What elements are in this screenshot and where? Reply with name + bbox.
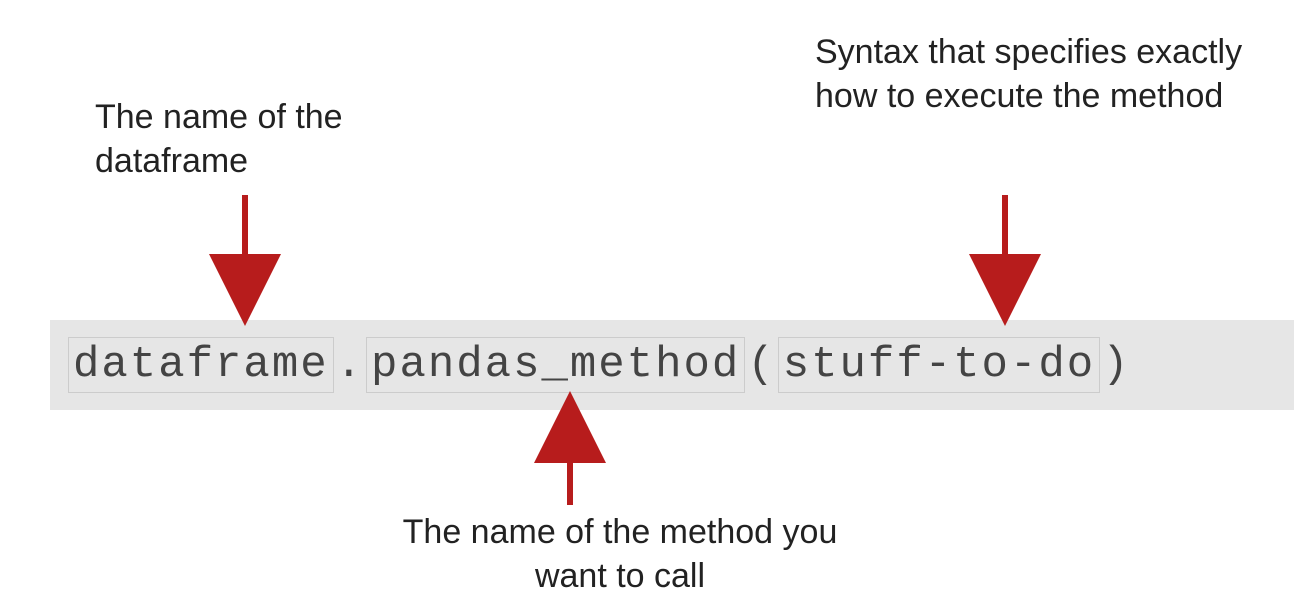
arrow-down-left-icon bbox=[230, 195, 260, 305]
code-dot: . bbox=[334, 340, 366, 390]
label-syntax-spec: Syntax that specifies exactly how to exe… bbox=[815, 30, 1245, 118]
diagram-container: The name of the dataframe Syntax that sp… bbox=[0, 0, 1314, 614]
label-method-name: The name of the method you want to call bbox=[380, 510, 860, 598]
code-paren-close: ) bbox=[1100, 340, 1132, 390]
arrow-down-right-icon bbox=[990, 195, 1020, 305]
code-paren-open: ( bbox=[745, 340, 777, 390]
code-dataframe: dataframe bbox=[68, 337, 334, 393]
code-method: pandas_method bbox=[366, 337, 745, 393]
arrow-up-icon bbox=[555, 415, 585, 505]
code-bar: dataframe . pandas_method ( stuff-to-do … bbox=[50, 320, 1294, 410]
label-dataframe-name: The name of the dataframe bbox=[95, 95, 415, 183]
code-expression: dataframe . pandas_method ( stuff-to-do … bbox=[68, 337, 1133, 393]
code-args: stuff-to-do bbox=[778, 337, 1100, 393]
